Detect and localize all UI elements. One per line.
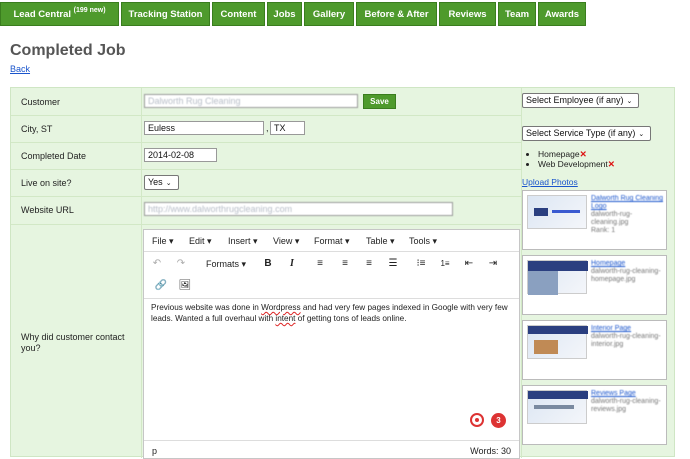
spellcheck-word: Wordpress <box>261 303 301 312</box>
customer-input[interactable]: Dalworth Rug Cleaning <box>144 94 358 108</box>
photo-thumbnail[interactable] <box>527 195 587 229</box>
photo-card: Homepage dalworth-rug-cleaning-homepage.j… <box>522 255 667 315</box>
live-on-site-select[interactable]: Yes ⌄ <box>144 175 179 190</box>
editor-statusbar: p Words: 30 <box>144 440 519 458</box>
undo-icon[interactable]: ↶ <box>148 256 166 272</box>
top-nav: Lead Central (199 new) Tracking Station … <box>0 0 690 27</box>
state-input[interactable]: TX <box>270 121 305 135</box>
editor-content[interactable]: Previous website was done in Wordpress a… <box>151 302 511 324</box>
tab-team[interactable]: Team <box>498 2 536 26</box>
photo-info: Reviews Page dalworth-rug-cleaning-review… <box>591 390 661 413</box>
tab-content[interactable]: Content <box>212 2 265 26</box>
customer-label: Customer <box>21 97 61 107</box>
element-path: p <box>152 446 158 456</box>
menu-tools[interactable]: Tools ▾ <box>409 236 437 247</box>
menu-view[interactable]: View ▾ <box>273 236 299 247</box>
remove-icon[interactable]: ✕ <box>580 149 587 159</box>
new-leads-badge: (199 new) <box>73 7 106 14</box>
align-left-icon[interactable]: ≡ <box>311 256 329 272</box>
align-justify-icon[interactable]: ☰ <box>384 256 402 272</box>
photo-thumbnail[interactable] <box>527 390 588 424</box>
italic-icon[interactable]: I <box>283 256 301 272</box>
photo-card: Dalworth Rug Cleaning Logo dalworth-rug-c… <box>522 190 667 250</box>
service-list: Homepage✕ Web Development✕ <box>538 149 615 169</box>
bullet-list-icon[interactable]: ⁝≡ <box>412 256 430 272</box>
photo-thumbnail[interactable] <box>527 260 588 295</box>
tab-before-after[interactable]: Before & After <box>356 2 437 26</box>
page-title: Completed Job <box>10 42 126 59</box>
service-type-select[interactable]: Select Service Type (if any) ⌄ <box>522 126 651 141</box>
word-count: Words: 30 <box>470 446 511 456</box>
tab-reviews[interactable]: Reviews <box>439 2 496 26</box>
image-icon[interactable]: 🖼 <box>176 278 194 294</box>
numbered-list-icon[interactable]: 1≡ <box>436 256 454 272</box>
website-url-input[interactable]: http://www.dalworthrugcleaning.com <box>144 202 453 216</box>
city-state-separator: , <box>266 123 269 133</box>
editor-menubar: File ▾ Edit ▾ Insert ▾ View ▾ Format ▾ T… <box>144 230 519 252</box>
row-divider <box>11 196 141 197</box>
rich-text-editor: File ▾ Edit ▾ Insert ▾ View ▾ Format ▾ T… <box>143 229 520 459</box>
tab-awards[interactable]: Awards <box>538 2 586 26</box>
photo-info: Dalworth Rug Cleaning Logo dalworth-rug-c… <box>591 195 663 234</box>
photo-info: Homepage dalworth-rug-cleaning-homepage.j… <box>591 260 661 283</box>
redo-icon[interactable]: ↷ <box>172 256 190 272</box>
menu-table[interactable]: Table ▾ <box>366 236 395 247</box>
city-input[interactable]: Euless <box>144 121 264 135</box>
row-divider <box>11 115 141 116</box>
link-icon[interactable]: 🔗 <box>152 278 170 294</box>
tab-lead-central[interactable]: Lead Central (199 new) <box>0 2 119 26</box>
grammarly-dot <box>475 418 479 422</box>
website-url-label: Website URL <box>21 205 74 215</box>
indent-icon[interactable]: ⇥ <box>484 256 502 272</box>
menu-file[interactable]: File ▾ <box>152 236 174 247</box>
completed-date-label: Completed Date <box>21 151 87 161</box>
row-divider <box>141 142 521 143</box>
outdent-icon[interactable]: ⇤ <box>460 256 478 272</box>
row-divider <box>141 224 521 225</box>
menu-edit[interactable]: Edit ▾ <box>189 236 212 247</box>
photo-thumbnail[interactable] <box>527 325 588 359</box>
formats-dropdown[interactable]: Formats ▾ <box>200 256 252 272</box>
why-contact-label: Why did customer contact you? <box>21 332 125 353</box>
editor-toolbar: ↶ ↷ Formats ▾ B I ≡ ≡ ≡ ☰ ⁝≡ 1≡ ⇤ ⇥ <box>144 256 519 278</box>
photo-card: Interior Page dalworth-rug-cleaning-inter… <box>522 320 667 380</box>
city-label: City, ST <box>21 124 53 134</box>
row-divider <box>141 115 521 116</box>
bold-icon[interactable]: B <box>259 256 277 272</box>
editor-toolbar-2: 🔗 🖼 <box>144 278 519 300</box>
save-button[interactable]: Save <box>363 94 396 109</box>
chevron-down-icon: ⌄ <box>626 98 633 105</box>
row-divider <box>11 169 141 170</box>
row-divider <box>141 169 521 170</box>
completed-date-input[interactable]: 2014-02-08 <box>144 148 217 162</box>
list-item: Web Development✕ <box>538 159 615 169</box>
photo-info: Interior Page dalworth-rug-cleaning-inter… <box>591 325 661 348</box>
list-item: Homepage✕ <box>538 149 615 159</box>
grammarly-icon[interactable] <box>470 413 484 427</box>
tab-jobs[interactable]: Jobs <box>267 2 302 26</box>
live-on-site-label: Live on site? <box>21 178 72 188</box>
row-divider <box>11 224 141 225</box>
row-divider <box>11 142 141 143</box>
photo-card: Reviews Page dalworth-rug-cleaning-review… <box>522 385 667 445</box>
upload-photos-link[interactable]: Upload Photos <box>522 177 578 187</box>
tab-tracking-station[interactable]: Tracking Station <box>121 2 210 26</box>
remove-icon[interactable]: ✕ <box>608 159 615 169</box>
chevron-down-icon: ⌄ <box>638 131 645 138</box>
align-right-icon[interactable]: ≡ <box>360 256 378 272</box>
align-center-icon[interactable]: ≡ <box>336 256 354 272</box>
back-link[interactable]: Back <box>10 64 30 74</box>
menu-format[interactable]: Format ▾ <box>314 236 350 247</box>
toolbar-divider <box>144 298 519 299</box>
column-divider <box>141 88 142 458</box>
row-divider <box>141 196 521 197</box>
grammar-issue-count[interactable]: 3 <box>491 413 506 428</box>
spellcheck-word: intent <box>275 314 296 323</box>
chevron-down-icon: ⌄ <box>165 180 172 187</box>
tab-gallery[interactable]: Gallery <box>304 2 354 26</box>
employee-select[interactable]: Select Employee (if any) ⌄ <box>522 93 639 108</box>
menu-insert[interactable]: Insert ▾ <box>228 236 258 247</box>
